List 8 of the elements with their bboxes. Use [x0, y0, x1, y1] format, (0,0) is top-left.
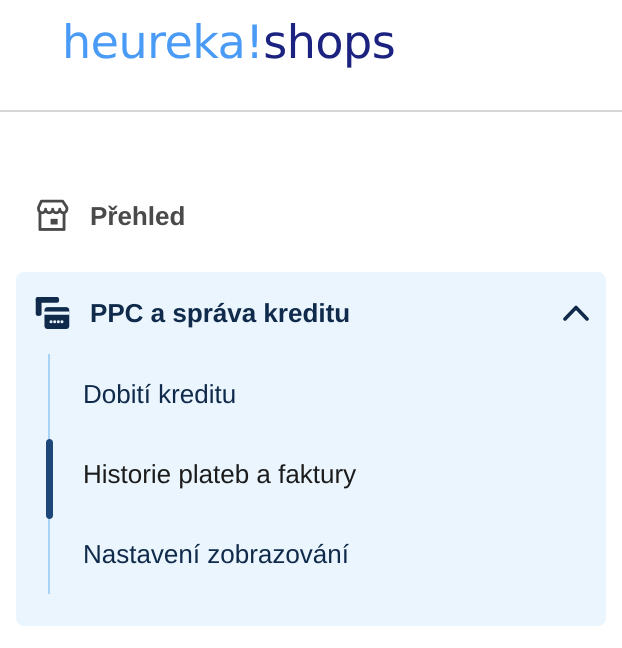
store-icon	[35, 199, 69, 233]
nav-link[interactable]: Přehled	[16, 188, 606, 244]
credit-cards-icon	[35, 295, 70, 331]
nav-subitem[interactable]: Historie plateb a faktury	[50, 434, 606, 514]
nav-group-button[interactable]: PPC a správa kreditu	[16, 272, 606, 354]
nav-subitem[interactable]: Nastavení zobrazování	[50, 514, 606, 594]
nav-subitem[interactable]: Dobití kreditu	[50, 354, 606, 434]
logo-wordmark: heureka!shops	[62, 14, 396, 70]
